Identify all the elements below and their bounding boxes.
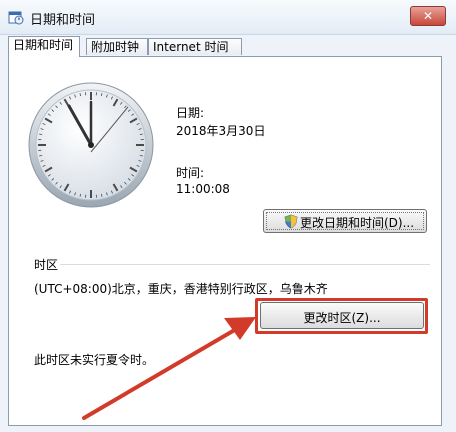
annotation-arrow (82, 317, 256, 420)
tab-date-time[interactable]: 日期和时间 (8, 36, 80, 57)
